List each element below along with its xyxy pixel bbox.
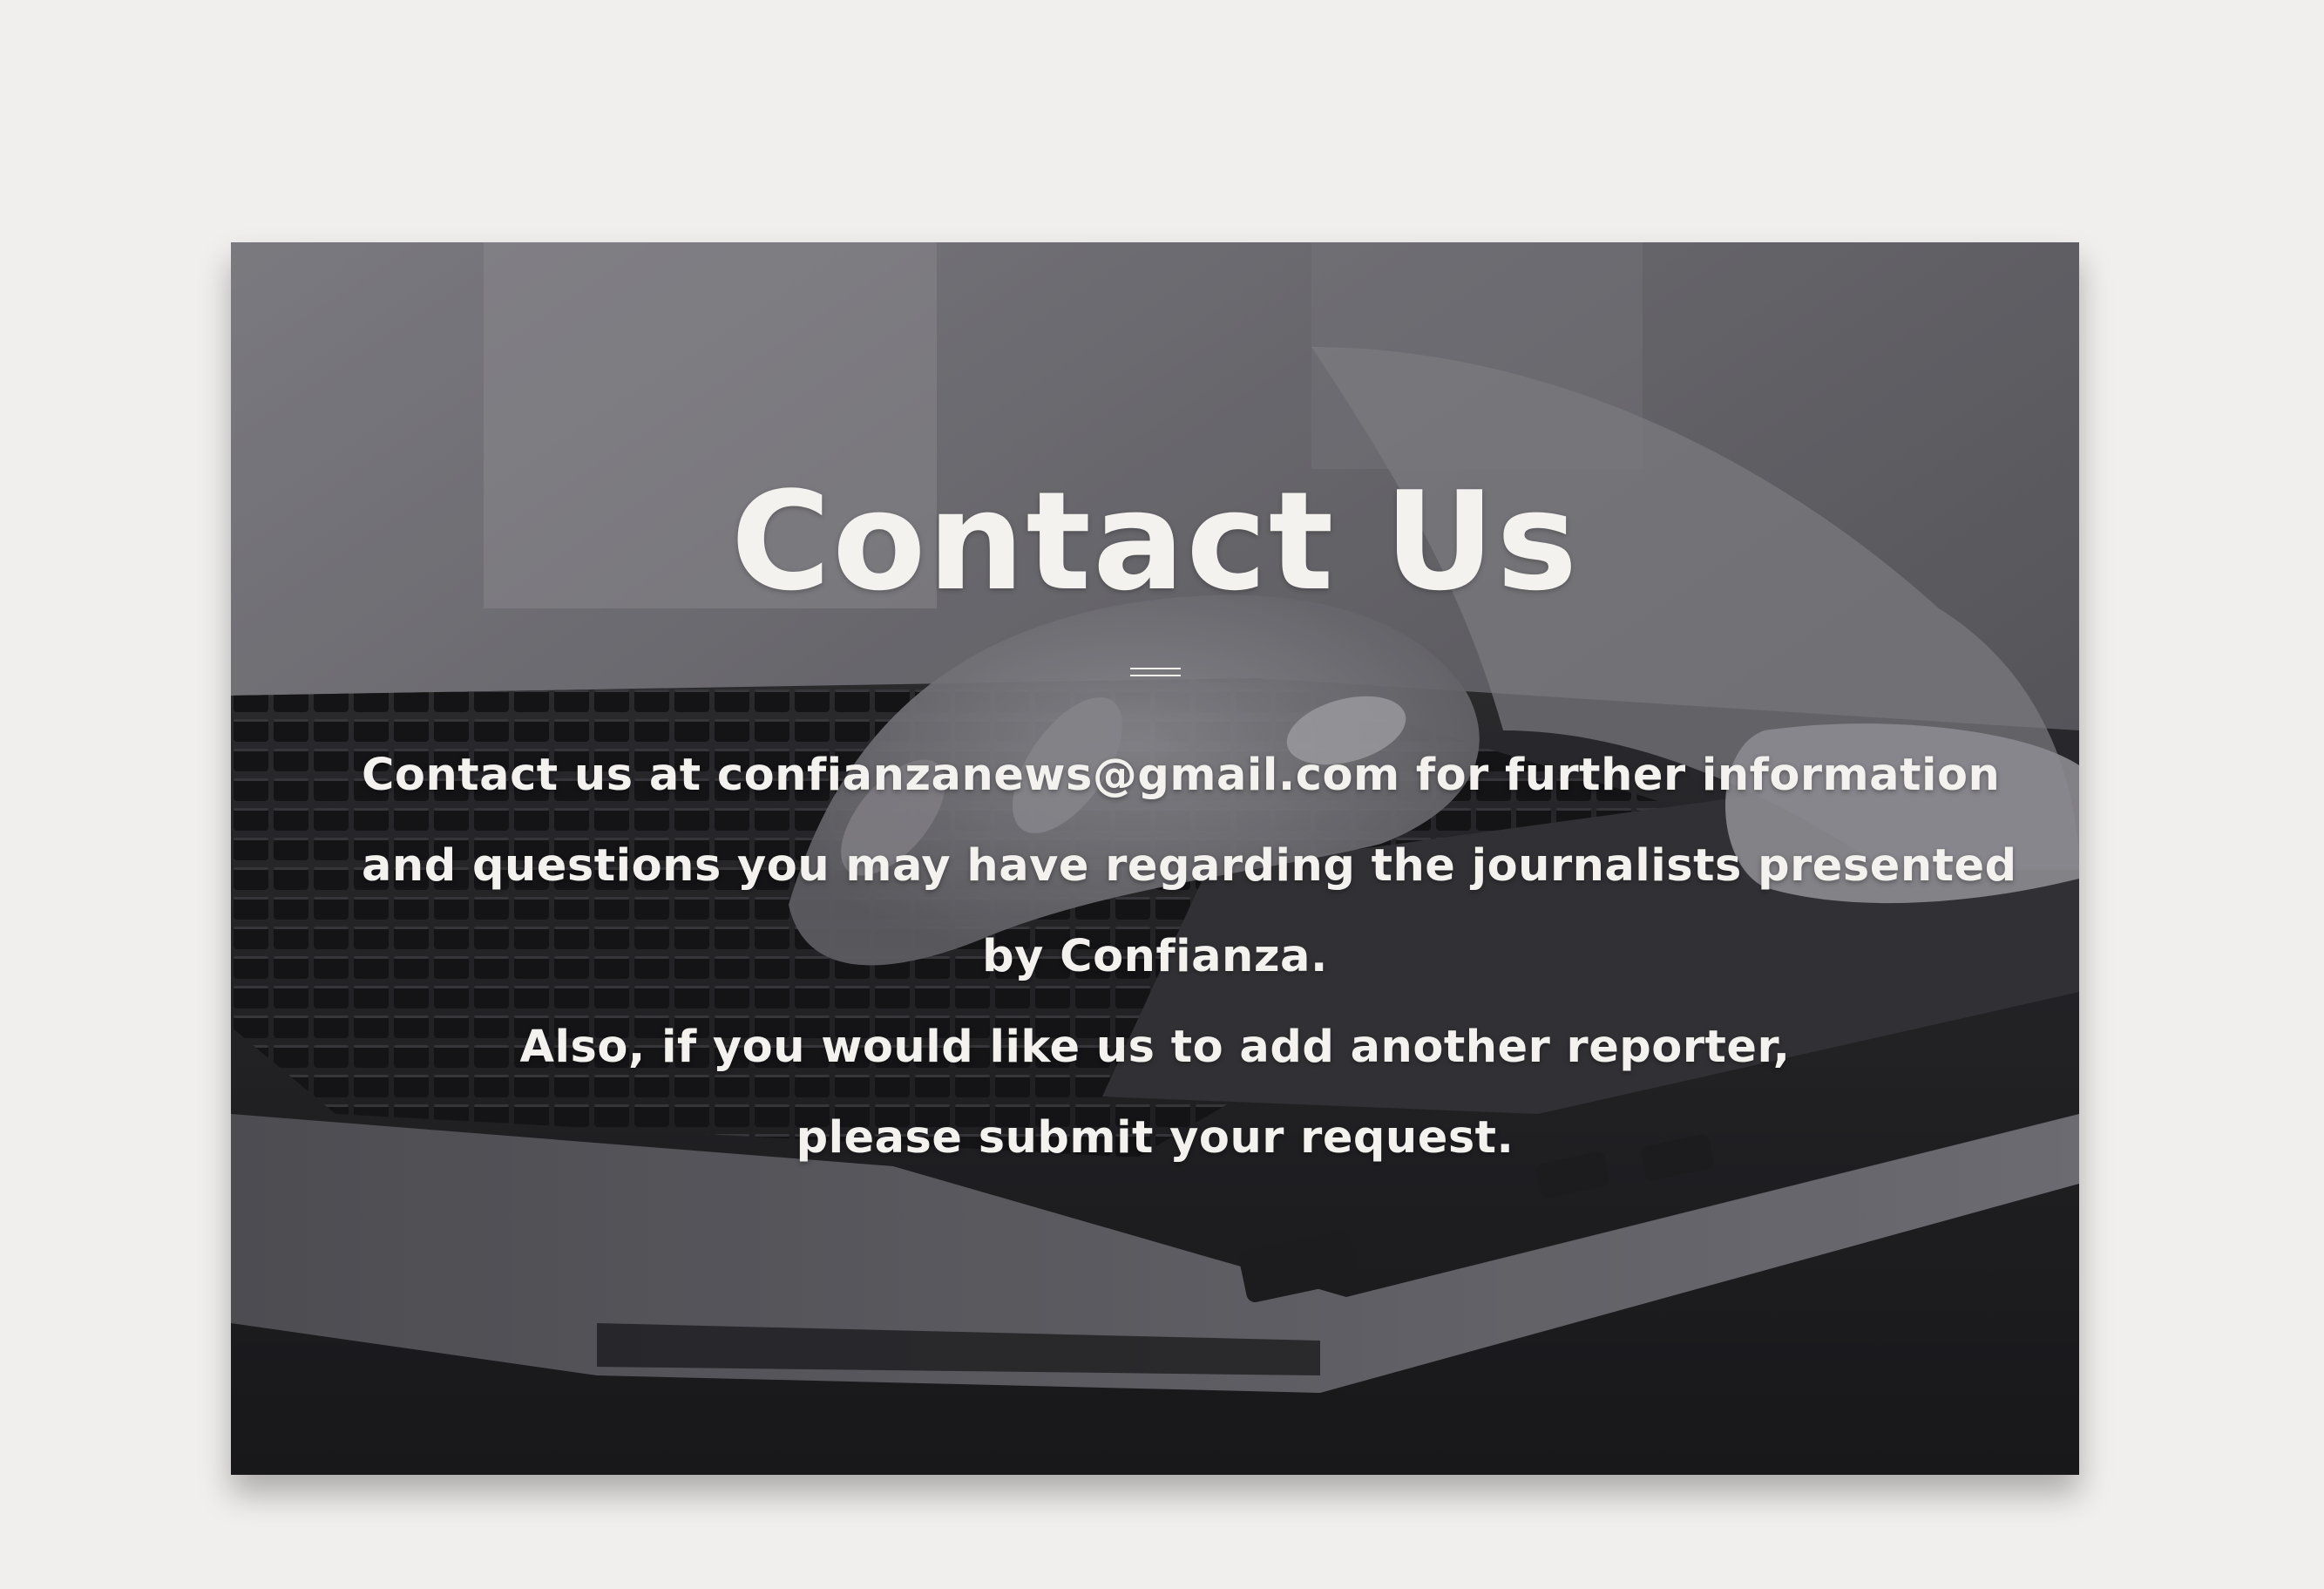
contact-description-line: Contact us at confianzanews@gmail.com fo… — [362, 750, 2001, 801]
contact-description-line: and questions you may have regarding the… — [362, 840, 2017, 892]
hero-content: Contact Us Contact us at confianzanews@g… — [231, 242, 2079, 1475]
contact-description-line: please submit your request. — [796, 1112, 1514, 1164]
contact-hero-banner: Contact Us Contact us at confianzanews@g… — [231, 242, 2079, 1475]
contact-description-line: Also, if you would like us to add anothe… — [519, 1022, 1791, 1073]
page: Contact Us Contact us at confianzanews@g… — [0, 0, 2324, 1589]
contact-description-line: by Confianza. — [982, 931, 1328, 982]
title-divider — [1130, 668, 1181, 678]
contact-description: Contact us at confianzanews@gmail.com fo… — [362, 730, 2017, 1184]
page-title: Contact Us — [730, 462, 1580, 621]
